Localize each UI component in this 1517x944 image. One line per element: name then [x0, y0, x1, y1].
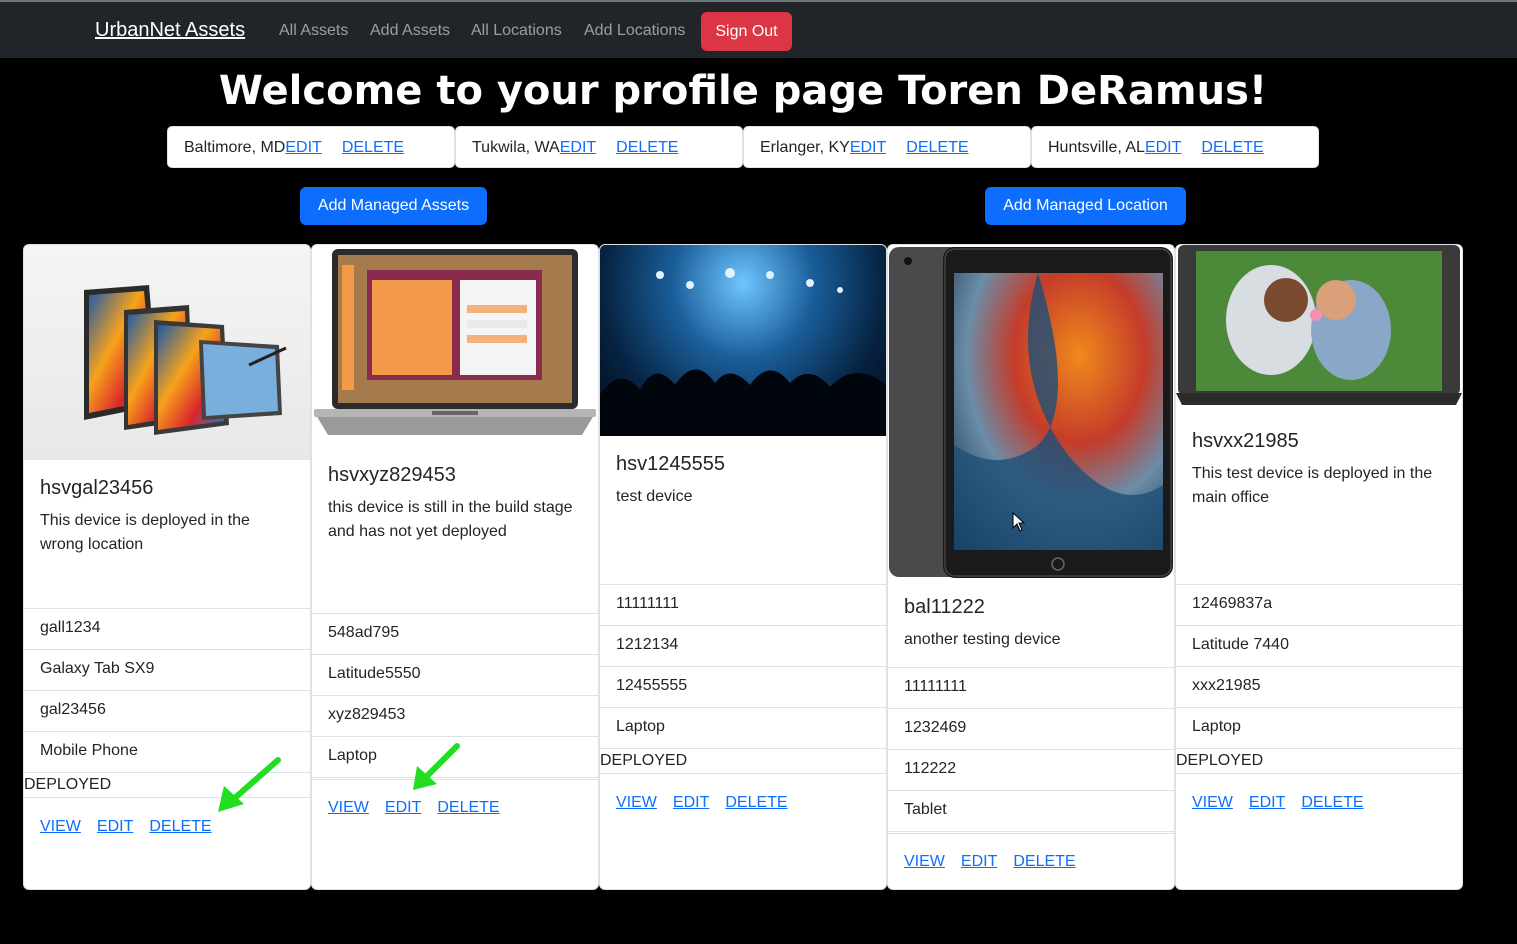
- asset-image: [1176, 245, 1462, 410]
- annotation-arrow-icon: [218, 757, 281, 812]
- asset-tag: 12455555: [600, 666, 886, 707]
- location-item: Huntsville, ALEDIT DELETE: [1031, 126, 1319, 168]
- page-title: Welcome to your profile page Toren DeRam…: [218, 68, 1268, 114]
- edit-link[interactable]: EDIT: [97, 818, 133, 835]
- asset-tag: gal23456: [24, 690, 310, 731]
- nav-add-assets[interactable]: Add Assets: [370, 22, 450, 40]
- asset-image: [888, 245, 1174, 580]
- location-item: Tukwila, WAEDIT DELETE: [455, 126, 743, 168]
- sign-out-button[interactable]: Sign Out: [701, 12, 792, 51]
- divider: [1176, 773, 1462, 774]
- divider: [600, 773, 886, 774]
- asset-model: 1232469: [888, 708, 1174, 749]
- asset-actions: VIEW EDIT DELETE: [904, 853, 1076, 871]
- divider: [888, 833, 1174, 834]
- location-item: Erlanger, KYEDIT DELETE: [743, 126, 1031, 168]
- asset-image: [600, 245, 886, 436]
- location-edit-link[interactable]: EDIT: [850, 139, 886, 156]
- asset-image: [312, 245, 598, 445]
- location-delete-link[interactable]: DELETE: [342, 139, 404, 156]
- delete-link[interactable]: DELETE: [1013, 853, 1075, 870]
- edit-link[interactable]: EDIT: [385, 799, 421, 816]
- asset-serial: 548ad795: [312, 613, 598, 654]
- location-name: Erlanger, KY: [760, 139, 850, 156]
- view-link[interactable]: VIEW: [616, 794, 657, 811]
- location-delete-link[interactable]: DELETE: [616, 139, 678, 156]
- add-managed-location-button[interactable]: Add Managed Location: [985, 187, 1186, 225]
- asset-serial: 11111111: [888, 667, 1174, 708]
- location-delete-link[interactable]: DELETE: [1201, 139, 1263, 156]
- view-link[interactable]: VIEW: [904, 853, 945, 870]
- nav-all-locations[interactable]: All Locations: [471, 22, 562, 40]
- asset-serial: 11111111: [600, 584, 886, 625]
- nav-add-locations[interactable]: Add Locations: [584, 22, 685, 40]
- asset-card: hsvxx21985 This test device is deployed …: [1175, 244, 1463, 890]
- edit-link[interactable]: EDIT: [961, 853, 997, 870]
- delete-link[interactable]: DELETE: [149, 818, 211, 835]
- asset-actions: VIEW EDIT DELETE: [616, 794, 788, 812]
- location-edit-link[interactable]: EDIT: [1145, 139, 1181, 156]
- asset-model: Latitude 7440: [1176, 625, 1462, 666]
- asset-description: This device is deployed in the wrong loc…: [40, 512, 250, 553]
- asset-description: test device: [616, 488, 693, 505]
- view-link[interactable]: VIEW: [40, 818, 81, 835]
- asset-tag: xxx21985: [1176, 666, 1462, 707]
- asset-model: Latitude5550: [312, 654, 598, 695]
- nav-all-assets[interactable]: All Assets: [279, 22, 348, 40]
- location-edit-link[interactable]: EDIT: [285, 139, 321, 156]
- view-link[interactable]: VIEW: [328, 799, 369, 816]
- asset-status: DEPLOYED: [1176, 748, 1462, 774]
- location-name: Baltimore, MD: [184, 139, 286, 156]
- asset-description: This test device is deployed in the main…: [1192, 465, 1433, 506]
- delete-link[interactable]: DELETE: [437, 799, 499, 816]
- asset-serial: 12469837a: [1176, 584, 1462, 625]
- asset-type: Laptop: [600, 707, 886, 748]
- asset-actions: VIEW EDIT DELETE: [40, 818, 212, 836]
- location-delete-link[interactable]: DELETE: [906, 139, 968, 156]
- asset-model: Galaxy Tab SX9: [24, 649, 310, 690]
- top-navbar: UrbanNet Assets All Assets Add Assets Al…: [0, 0, 1517, 58]
- asset-type: Tablet: [888, 790, 1174, 831]
- asset-actions: VIEW EDIT DELETE: [1192, 794, 1364, 812]
- asset-title: bal11222: [904, 596, 985, 618]
- asset-tag: xyz829453: [312, 695, 598, 736]
- asset-serial: gall1234: [24, 608, 310, 649]
- asset-description: this device is still in the build stage …: [328, 499, 573, 540]
- annotation-arrow-icon: [413, 743, 460, 790]
- asset-model: 1212134: [600, 625, 886, 666]
- asset-image: [24, 245, 310, 460]
- add-managed-assets-button[interactable]: Add Managed Assets: [300, 187, 487, 225]
- brand-link[interactable]: UrbanNet Assets: [95, 19, 245, 42]
- asset-actions: VIEW EDIT DELETE: [328, 799, 500, 817]
- mouse-cursor-icon: [1012, 512, 1026, 532]
- location-item: Baltimore, MDEDIT DELETE: [167, 126, 455, 168]
- asset-status: DEPLOYED: [600, 748, 886, 774]
- location-edit-link[interactable]: EDIT: [560, 139, 596, 156]
- location-name: Tukwila, WA: [472, 139, 560, 156]
- asset-tag: 112222: [888, 749, 1174, 790]
- edit-link[interactable]: EDIT: [673, 794, 709, 811]
- asset-card: hsv1245555 test device 11111111 1212134 …: [599, 244, 887, 890]
- delete-link[interactable]: DELETE: [725, 794, 787, 811]
- asset-title: hsvxx21985: [1192, 430, 1299, 452]
- delete-link[interactable]: DELETE: [1301, 794, 1363, 811]
- view-link[interactable]: VIEW: [1192, 794, 1233, 811]
- asset-card: bal11222 another testing device 11111111…: [887, 244, 1175, 890]
- edit-link[interactable]: EDIT: [1249, 794, 1285, 811]
- asset-title: hsvgal23456: [40, 477, 154, 499]
- asset-type: Laptop: [1176, 707, 1462, 748]
- asset-description: another testing device: [904, 631, 1061, 648]
- location-name: Huntsville, AL: [1048, 139, 1145, 156]
- divider: [888, 831, 1174, 832]
- asset-title: hsvxyz829453: [328, 464, 456, 486]
- asset-title: hsv1245555: [616, 453, 725, 475]
